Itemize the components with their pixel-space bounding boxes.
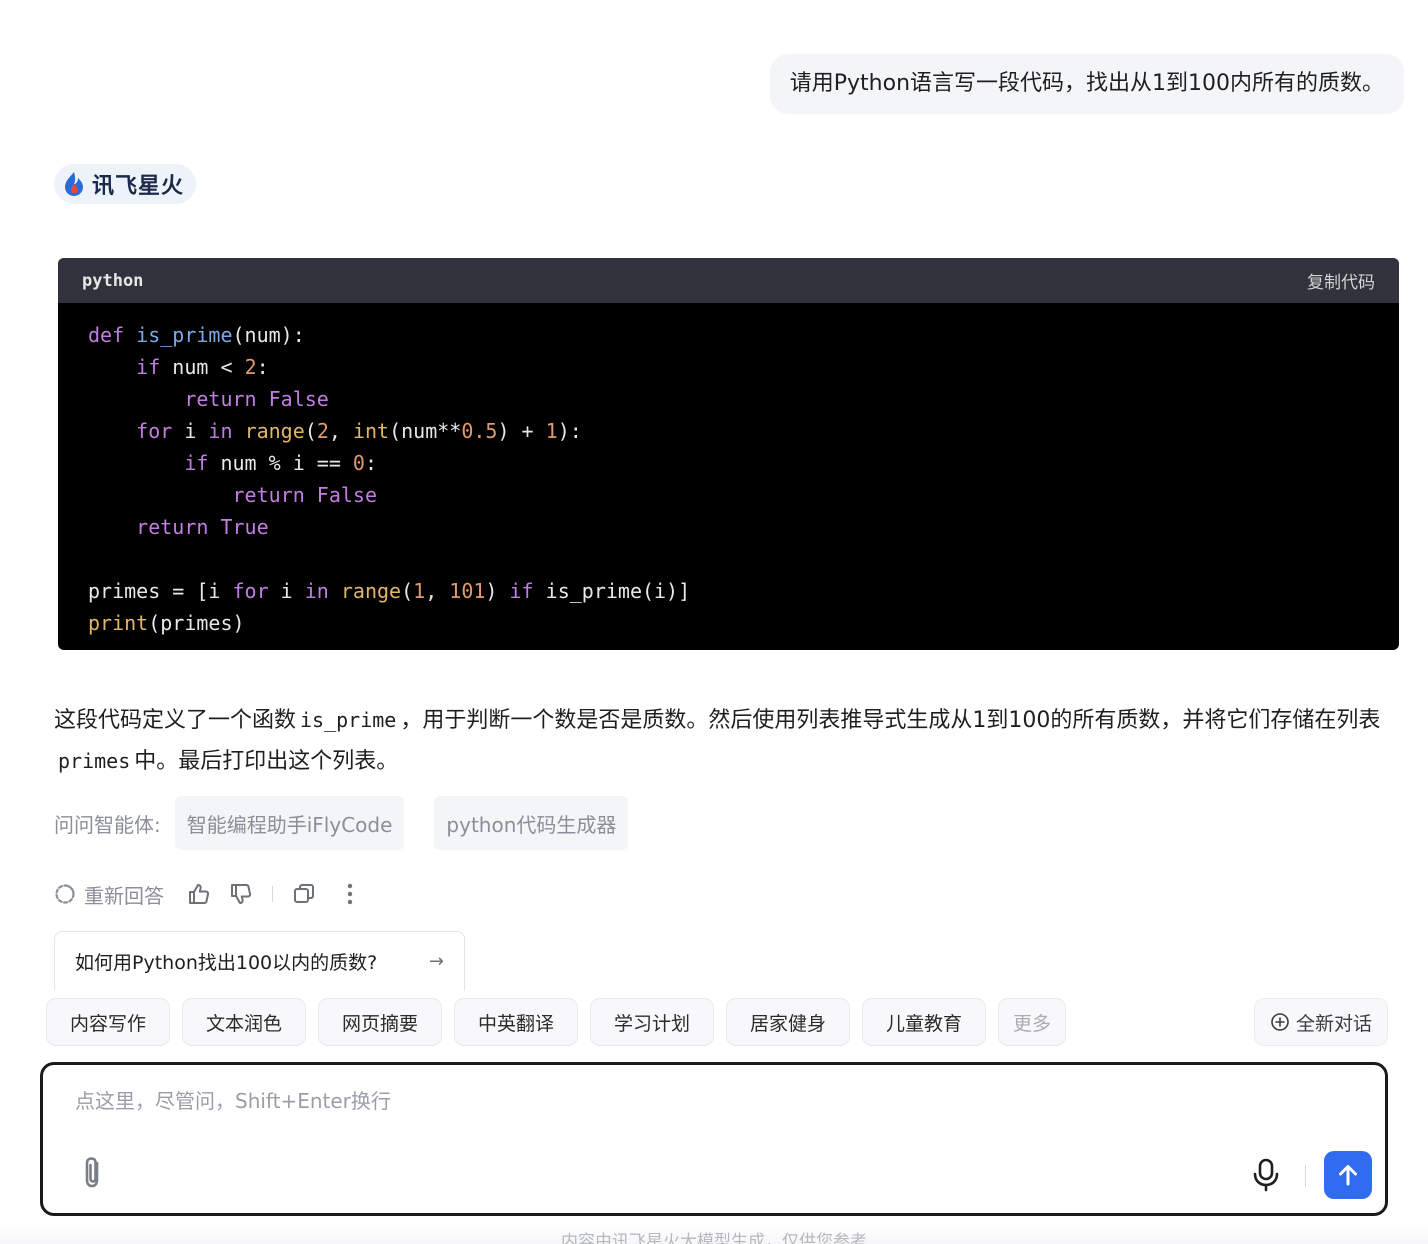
more-vertical-icon xyxy=(347,883,353,905)
attach-button[interactable] xyxy=(75,1153,111,1193)
answer-explanation: 这段代码定义了一个函数 is_prime ，用于判断一个数是否是质数。然后使用列表推… xyxy=(54,700,1400,782)
regenerate-button[interactable]: 重新回答 xyxy=(52,880,186,909)
explanation-text-3: 中。最后打印出这个列表。 xyxy=(134,749,399,774)
voice-input-button[interactable] xyxy=(1249,1157,1283,1193)
paperclip-icon xyxy=(85,1157,99,1188)
code-block-header: python 复制代码 xyxy=(58,258,1399,303)
brand-name: 讯飞星火 xyxy=(92,174,185,199)
explanation-text-1: 这段代码定义了一个函数 xyxy=(54,708,297,733)
code-content: def is_prime(num): if num < 2: return Fa… xyxy=(88,323,691,635)
chip-study-plan[interactable]: 学习计划 xyxy=(590,998,714,1046)
more-actions-button[interactable] xyxy=(337,881,363,907)
ask-agents-label: 问问智能体: xyxy=(54,812,161,837)
arrow-right-icon: → xyxy=(428,951,444,972)
answer-actions: 重新回答 xyxy=(52,876,363,912)
footer-disclaimer: 内容由讯飞星火大模型生成，仅供您参考 xyxy=(0,1230,1428,1244)
quick-chips: 内容写作 文本润色 网页摘要 中英翻译 学习计划 居家健身 儿童教育 更多 xyxy=(46,998,1066,1046)
input-separator xyxy=(1305,1165,1306,1187)
new-chat-button[interactable]: 全新对话 xyxy=(1254,998,1388,1046)
chip-home-fitness[interactable]: 居家健身 xyxy=(726,998,850,1046)
footer-disclaimer-text: 内容由讯飞星火大模型生成，仅供您参考 xyxy=(561,1232,867,1244)
chat-input-box xyxy=(40,1062,1388,1216)
plus-circle-icon xyxy=(1271,1013,1289,1031)
ask-agents-row: 问问智能体: 智能编程助手iFlyCode python代码生成器 xyxy=(54,796,644,850)
inline-code-primes: primes xyxy=(58,749,131,773)
arrow-up-icon xyxy=(1339,1165,1357,1186)
brand-logo: 讯飞星火 xyxy=(54,164,197,204)
user-message-bubble: 请用Python语言写一段代码，找出从1到100内所有的质数。 xyxy=(769,54,1404,114)
agent-chip-iflycode[interactable]: 智能编程助手iFlyCode xyxy=(174,796,405,850)
refresh-icon xyxy=(55,884,75,904)
code-block: python 复制代码 def is_prime(num): if num < … xyxy=(58,258,1399,650)
chip-text-polish[interactable]: 文本润色 xyxy=(182,998,306,1046)
copy-code-button[interactable]: 复制代码 xyxy=(1307,268,1375,293)
chat-page: 请用Python语言写一段代码，找出从1到100内所有的质数。 讯飞星火 pyt… xyxy=(0,0,1428,1244)
suggested-question[interactable]: 如何用Python找出100以内的质数? → xyxy=(54,931,465,991)
dislike-button[interactable] xyxy=(228,881,254,907)
chip-content-writing[interactable]: 内容写作 xyxy=(46,998,170,1046)
copy-answer-button[interactable] xyxy=(291,881,317,907)
inline-code-is-prime: is_prime xyxy=(300,708,397,732)
action-separator xyxy=(272,886,273,902)
code-language-label: python xyxy=(82,270,144,291)
microphone-icon xyxy=(1253,1158,1279,1192)
copy-icon xyxy=(294,884,314,903)
agent-chip-python-generator[interactable]: python代码生成器 xyxy=(434,796,629,850)
suggested-question-text: 如何用Python找出100以内的质数? xyxy=(75,952,378,974)
thumbs-down-icon xyxy=(231,884,252,904)
send-button[interactable] xyxy=(1324,1151,1372,1199)
like-button[interactable] xyxy=(186,881,212,907)
explanation-text-2: ，用于判断一个数是否是质数。然后使用列表推导式生成从1到100的所有质数，并将它… xyxy=(400,708,1381,733)
chip-web-summary[interactable]: 网页摘要 xyxy=(318,998,442,1046)
chip-more[interactable]: 更多 xyxy=(998,998,1066,1046)
spark-flame-icon xyxy=(65,172,83,196)
new-chat-label: 全新对话 xyxy=(1295,1012,1372,1035)
thumbs-up-icon xyxy=(189,884,210,904)
chip-translation[interactable]: 中英翻译 xyxy=(454,998,578,1046)
chip-child-education[interactable]: 儿童教育 xyxy=(862,998,986,1046)
chat-input[interactable] xyxy=(75,1085,1275,1117)
regenerate-label: 重新回答 xyxy=(84,883,164,908)
